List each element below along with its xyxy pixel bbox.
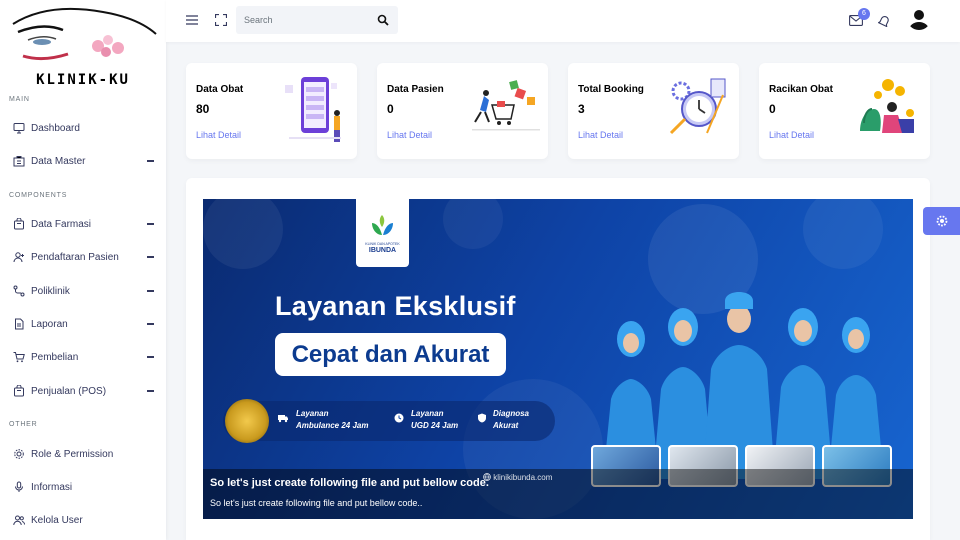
banner-headline: Layanan Eksklusif: [275, 291, 516, 321]
sidebar-item-pendaftaran-pasien[interactable]: Pendaftaran Pasien: [0, 244, 166, 270]
sidebar-item-data-master[interactable]: Data Master: [0, 148, 166, 174]
gear-icon: [936, 215, 947, 227]
collapse-icon[interactable]: [147, 390, 154, 392]
card-value: 80: [196, 102, 210, 116]
card-title: Data Obat: [196, 84, 244, 95]
brand-logo[interactable]: [8, 4, 158, 68]
sidebar-item-pembelian[interactable]: Pembelian: [0, 344, 166, 370]
coins-illustration: [860, 79, 914, 133]
file-icon: [12, 318, 25, 331]
collapse-icon[interactable]: [147, 356, 154, 358]
clock-icon: [394, 413, 404, 423]
card-title: Total Booking: [578, 84, 644, 95]
card-detail-link[interactable]: Lihat Detail: [196, 130, 241, 140]
card-title: Racikan Obat: [769, 84, 833, 95]
search-icon[interactable]: [377, 14, 389, 26]
sidebar-item-role-permission[interactable]: Role & Permission: [0, 441, 166, 467]
phone-app-illustration: [285, 77, 341, 142]
banner-tagline: Cepat dan Akurat: [275, 333, 506, 376]
logo-text: IBUNDA: [368, 247, 397, 254]
card-title: Data Pasien: [387, 84, 444, 95]
website-text: klinikibunda.com: [493, 473, 553, 482]
sidebar-item-dashboard[interactable]: Dashboard: [0, 115, 166, 141]
card-value: 3: [578, 102, 585, 116]
sidebar-item-label: Penjualan (POS): [31, 385, 107, 397]
bag-icon: [12, 385, 25, 398]
sidebar-item-kelola-user[interactable]: Kelola User: [0, 507, 166, 533]
clock-illustration: [669, 78, 726, 135]
mail-count-badge: 6: [858, 8, 870, 20]
route-icon: [12, 285, 25, 298]
promo-banner[interactable]: KLINIK DAN APOTEK IBUNDA Layanan Eksklus…: [203, 199, 913, 519]
sidebar: KLINIK-KU MAIN Dashboard Data Master COM…: [0, 0, 166, 540]
service-item: Layanan Ambulance 24 Jam: [296, 409, 369, 430]
bell-icon[interactable]: [876, 12, 892, 28]
brand-name: KLINIK-KU: [36, 72, 130, 88]
sidebar-item-poliklinik[interactable]: Poliklinik: [0, 278, 166, 304]
leaf-icon: [372, 215, 393, 235]
users-icon: [12, 514, 25, 527]
ambulance-icon: [278, 415, 288, 423]
clinic-logo: KLINIK DAN APOTEK IBUNDA: [356, 199, 409, 267]
microphone-icon: [12, 481, 25, 494]
sidebar-item-label: Pendaftaran Pasien: [31, 251, 119, 263]
card-value: 0: [387, 102, 394, 116]
card-detail-link[interactable]: Lihat Detail: [387, 130, 432, 140]
search-input[interactable]: [244, 12, 364, 28]
award-seal-icon: [225, 399, 269, 443]
card-value: 0: [769, 102, 776, 116]
cart-icon: [12, 351, 25, 364]
sidebar-item-label: Kelola User: [31, 514, 83, 526]
settings-gear-button[interactable]: [923, 207, 960, 235]
collapse-icon[interactable]: [147, 223, 154, 225]
user-plus-icon: [12, 251, 25, 264]
sidebar-item-informasi[interactable]: Informasi: [0, 474, 166, 500]
section-other: OTHER: [9, 421, 38, 428]
card-detail-link[interactable]: Lihat Detail: [769, 130, 814, 140]
card-racikan-obat: Racikan Obat 0 Lihat Detail: [759, 63, 930, 159]
sidebar-item-label: Informasi: [31, 481, 73, 493]
caption-text: So let's just create following file and …: [210, 498, 423, 508]
building-icon: [12, 155, 25, 168]
service-item: Layanan UGD 24 Jam: [411, 409, 459, 430]
fullscreen-icon[interactable]: [213, 12, 229, 28]
sidebar-item-label: Pembelian: [31, 351, 79, 363]
sidebar-item-data-farmasi[interactable]: Data Farmasi: [0, 211, 166, 237]
sidebar-item-penjualan-pos[interactable]: Penjualan (POS): [0, 378, 166, 404]
sidebar-item-label: Laporan: [31, 318, 68, 330]
logo-subtitle: KLINIK DAN APOTEK: [365, 242, 400, 246]
caption-title: So let's just create following file and …: [210, 477, 489, 489]
service-item: Diagnosa Akurat: [493, 409, 530, 430]
card-data-obat: Data Obat 80 Lihat Detail: [186, 63, 357, 159]
shield-icon: [478, 413, 486, 423]
collapse-icon[interactable]: [147, 256, 154, 258]
section-main: MAIN: [9, 96, 30, 103]
gear-icon: [12, 448, 25, 461]
collapse-icon[interactable]: [147, 160, 154, 162]
monitor-icon: [12, 122, 25, 135]
sidebar-item-label: Data Farmasi: [31, 218, 92, 230]
sidebar-item-laporan[interactable]: Laporan: [0, 311, 166, 337]
bag-icon: [12, 218, 25, 231]
topbar: 6: [166, 0, 960, 42]
sidebar-item-label: Data Master: [31, 155, 86, 167]
card-detail-link[interactable]: Lihat Detail: [578, 130, 623, 140]
sidebar-item-label: Poliklinik: [31, 285, 70, 297]
collapse-icon[interactable]: [147, 290, 154, 292]
collapse-icon[interactable]: [147, 323, 154, 325]
sidebar-item-label: Dashboard: [31, 122, 80, 134]
sidebar-item-label: Role & Permission: [31, 448, 114, 460]
section-components: COMPONENTS: [9, 192, 68, 199]
card-total-booking: Total Booking 3 Lihat Detail: [568, 63, 739, 159]
search-box: [236, 6, 398, 34]
menu-toggle-icon[interactable]: [184, 12, 200, 28]
shopping-illustration: [472, 80, 540, 131]
avatar[interactable]: [907, 6, 931, 30]
card-data-pasien: Data Pasien 0 Lihat Detail: [377, 63, 548, 159]
